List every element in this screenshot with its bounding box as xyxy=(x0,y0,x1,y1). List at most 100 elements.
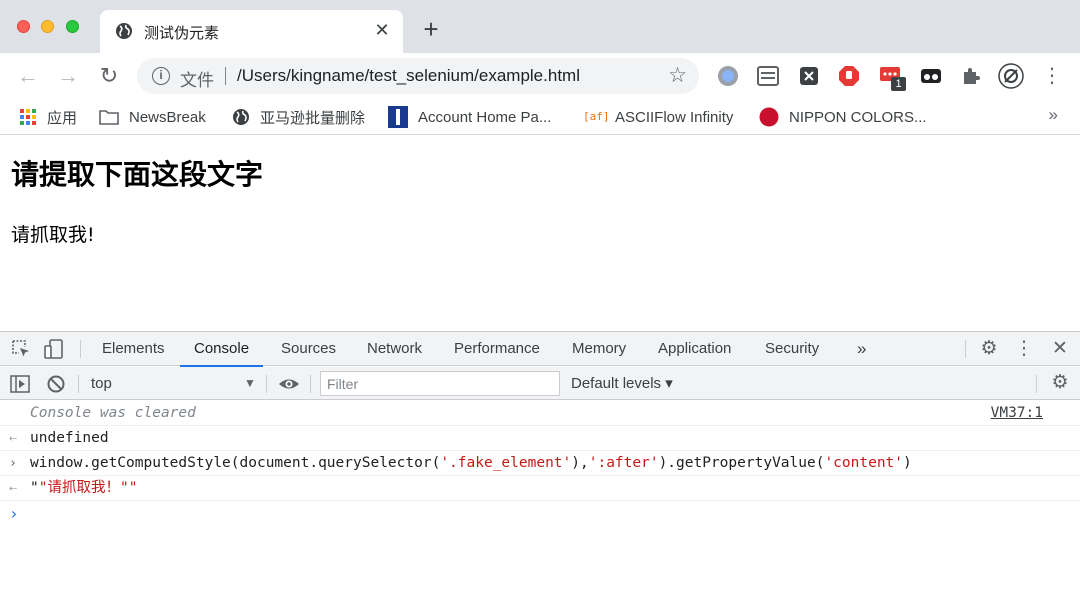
tab-network[interactable]: Network xyxy=(367,332,422,366)
console-command[interactable]: window.getComputedStyle(document.querySe… xyxy=(30,451,912,476)
info-icon[interactable]: i xyxy=(152,67,170,85)
show-sidebar-icon[interactable] xyxy=(10,374,30,394)
bookmark-label: NIPPON COLORS... xyxy=(789,108,927,126)
tab-console[interactable]: Console xyxy=(179,332,264,367)
extension-x-icon[interactable] xyxy=(798,65,820,87)
console-row-cleared: Console was cleared VM37:1 xyxy=(0,401,1080,426)
globe-icon xyxy=(233,109,249,125)
command-code: ) xyxy=(903,455,912,471)
command-string: '.fake_element' xyxy=(440,455,572,471)
console-row-result: ⇠ undefined xyxy=(0,426,1080,451)
omnibox-divider xyxy=(225,67,226,85)
console-row-command: › window.getComputedStyle(document.query… xyxy=(0,451,1080,476)
console-row-result: ⇠ ""请抓取我！"" xyxy=(0,476,1080,501)
toolbar-divider xyxy=(965,340,966,358)
page-viewport: 请提取下面这段文字 请抓取我! xyxy=(0,136,1080,331)
devtools-menu-icon[interactable]: ⋮ xyxy=(1012,336,1036,362)
address-bar[interactable]: i 文件 /Users/kingname/test_selenium/examp… xyxy=(137,58,699,94)
browser-tab-active[interactable]: 测试伪元素 ✕ xyxy=(100,10,403,53)
command-code: window.getComputedStyle(document.querySe… xyxy=(30,455,441,471)
toolbar-divider xyxy=(310,375,311,393)
back-button[interactable]: ← xyxy=(16,64,40,88)
maximize-window-button[interactable] xyxy=(66,20,79,33)
bookmark-asciiflow[interactable]: [af] ASCIIFlow Infinity xyxy=(583,106,733,128)
minimize-window-button[interactable] xyxy=(41,20,54,33)
live-expression-eye-icon[interactable] xyxy=(278,374,300,394)
input-chevron-icon: › xyxy=(9,456,17,471)
close-tab-icon[interactable]: ✕ xyxy=(371,19,393,41)
bookmark-account-home[interactable]: Account Home Pa... xyxy=(388,106,551,128)
globe-icon xyxy=(116,23,132,39)
tab-title: 测试伪元素 xyxy=(144,25,220,42)
forward-button[interactable]: → xyxy=(56,64,80,88)
reload-button[interactable]: ↻ xyxy=(97,64,121,88)
toolbar-divider xyxy=(1036,375,1037,393)
input-prompt-chevron-icon: › xyxy=(9,504,19,523)
browser-toolbar: ← → ↻ i 文件 /Users/kingname/test_selenium… xyxy=(0,53,1080,99)
result-quote: " xyxy=(30,480,39,496)
console-cleared-message: Console was cleared xyxy=(30,405,196,421)
command-string: 'content' xyxy=(824,455,904,471)
folder-icon xyxy=(99,110,119,125)
settings-gear-icon[interactable]: ⚙ xyxy=(977,336,1001,362)
device-toolbar-icon[interactable] xyxy=(44,339,64,359)
devtools-tab-bar: Elements Console Sources Network Perform… xyxy=(0,332,1080,367)
close-devtools-icon[interactable]: ✕ xyxy=(1048,336,1072,362)
bookmarks-overflow-button[interactable]: » xyxy=(1049,105,1058,125)
bookmark-label: 应用 xyxy=(47,109,78,127)
bookmark-label: NewsBreak xyxy=(129,108,206,126)
adblock-icon[interactable] xyxy=(838,65,860,87)
bookmark-star-icon[interactable]: ☆ xyxy=(668,63,687,88)
more-tabs-button[interactable]: » xyxy=(857,332,866,366)
bookmark-site-icon xyxy=(388,106,408,128)
extension-badge-icon[interactable]: 1 xyxy=(879,65,907,91)
profile-avatar-icon[interactable] xyxy=(998,63,1024,89)
devtools-panel: Elements Console Sources Network Perform… xyxy=(0,331,1080,602)
chevron-down-icon[interactable]: ▼ xyxy=(244,376,256,390)
page-text: 请抓取我! xyxy=(11,224,95,246)
log-levels-dropdown[interactable]: Default levels ▾ xyxy=(571,374,673,392)
new-tab-button[interactable]: + xyxy=(419,16,443,42)
console-result-string: ""请抓取我！"" xyxy=(30,476,137,501)
asciiflow-icon: [af] xyxy=(583,110,610,123)
result-arrow-icon: ⇠ xyxy=(9,431,17,446)
inspect-element-icon[interactable] xyxy=(11,339,31,359)
tab-sources[interactable]: Sources xyxy=(281,332,336,366)
command-string: ':after' xyxy=(588,455,659,471)
extension-circle-icon[interactable] xyxy=(717,65,739,87)
clear-console-icon[interactable] xyxy=(46,374,66,394)
source-link[interactable]: VM37:1 xyxy=(991,401,1043,426)
bookmark-apps[interactable]: 应用 xyxy=(19,106,77,128)
tab-application[interactable]: Application xyxy=(658,332,731,366)
menu-kebab-icon[interactable]: ⋮ xyxy=(1040,64,1064,88)
tab-memory[interactable]: Memory xyxy=(572,332,626,366)
bookmark-nippon-colors[interactable]: NIPPON COLORS... xyxy=(759,106,927,128)
console-result-undefined: undefined xyxy=(30,430,109,446)
tab-performance[interactable]: Performance xyxy=(454,332,540,366)
command-code: ), xyxy=(571,455,589,471)
bookmark-label: 亚马逊批量删除 xyxy=(260,109,366,127)
bookmark-label: ASCIIFlow Infinity xyxy=(615,108,734,126)
apps-grid-icon xyxy=(20,109,36,125)
security-label: 文件 xyxy=(180,71,214,90)
extension-reader-icon[interactable] xyxy=(757,65,779,87)
result-value: "请抓取我！"" xyxy=(38,480,138,496)
url-text[interactable]: /Users/kingname/test_selenium/example.ht… xyxy=(237,66,580,86)
command-code: ).getPropertyValue( xyxy=(658,455,825,471)
tab-security[interactable]: Security xyxy=(765,332,819,366)
console-settings-gear-icon[interactable]: ⚙ xyxy=(1048,370,1072,396)
close-window-button[interactable] xyxy=(17,20,30,33)
console-input-row[interactable]: › xyxy=(0,501,1080,526)
bookmark-amazon-delete[interactable]: 亚马逊批量删除 xyxy=(232,106,365,128)
extension-mask-icon[interactable] xyxy=(920,65,942,87)
console-filter-input[interactable] xyxy=(320,371,560,396)
toolbar-divider xyxy=(266,375,267,393)
extension-badge-count: 1 xyxy=(891,77,906,91)
bookmarks-bar: 应用 NewsBreak 亚马逊批量删除 Account Home Pa... … xyxy=(0,99,1080,135)
bookmark-newsbreak[interactable]: NewsBreak xyxy=(99,106,206,128)
context-selector[interactable]: top xyxy=(91,375,112,392)
red-dot-icon xyxy=(759,107,779,127)
extensions-puzzle-icon[interactable] xyxy=(960,65,982,87)
tab-elements[interactable]: Elements xyxy=(102,332,165,366)
tab-strip: 测试伪元素 ✕ + xyxy=(0,0,1080,53)
